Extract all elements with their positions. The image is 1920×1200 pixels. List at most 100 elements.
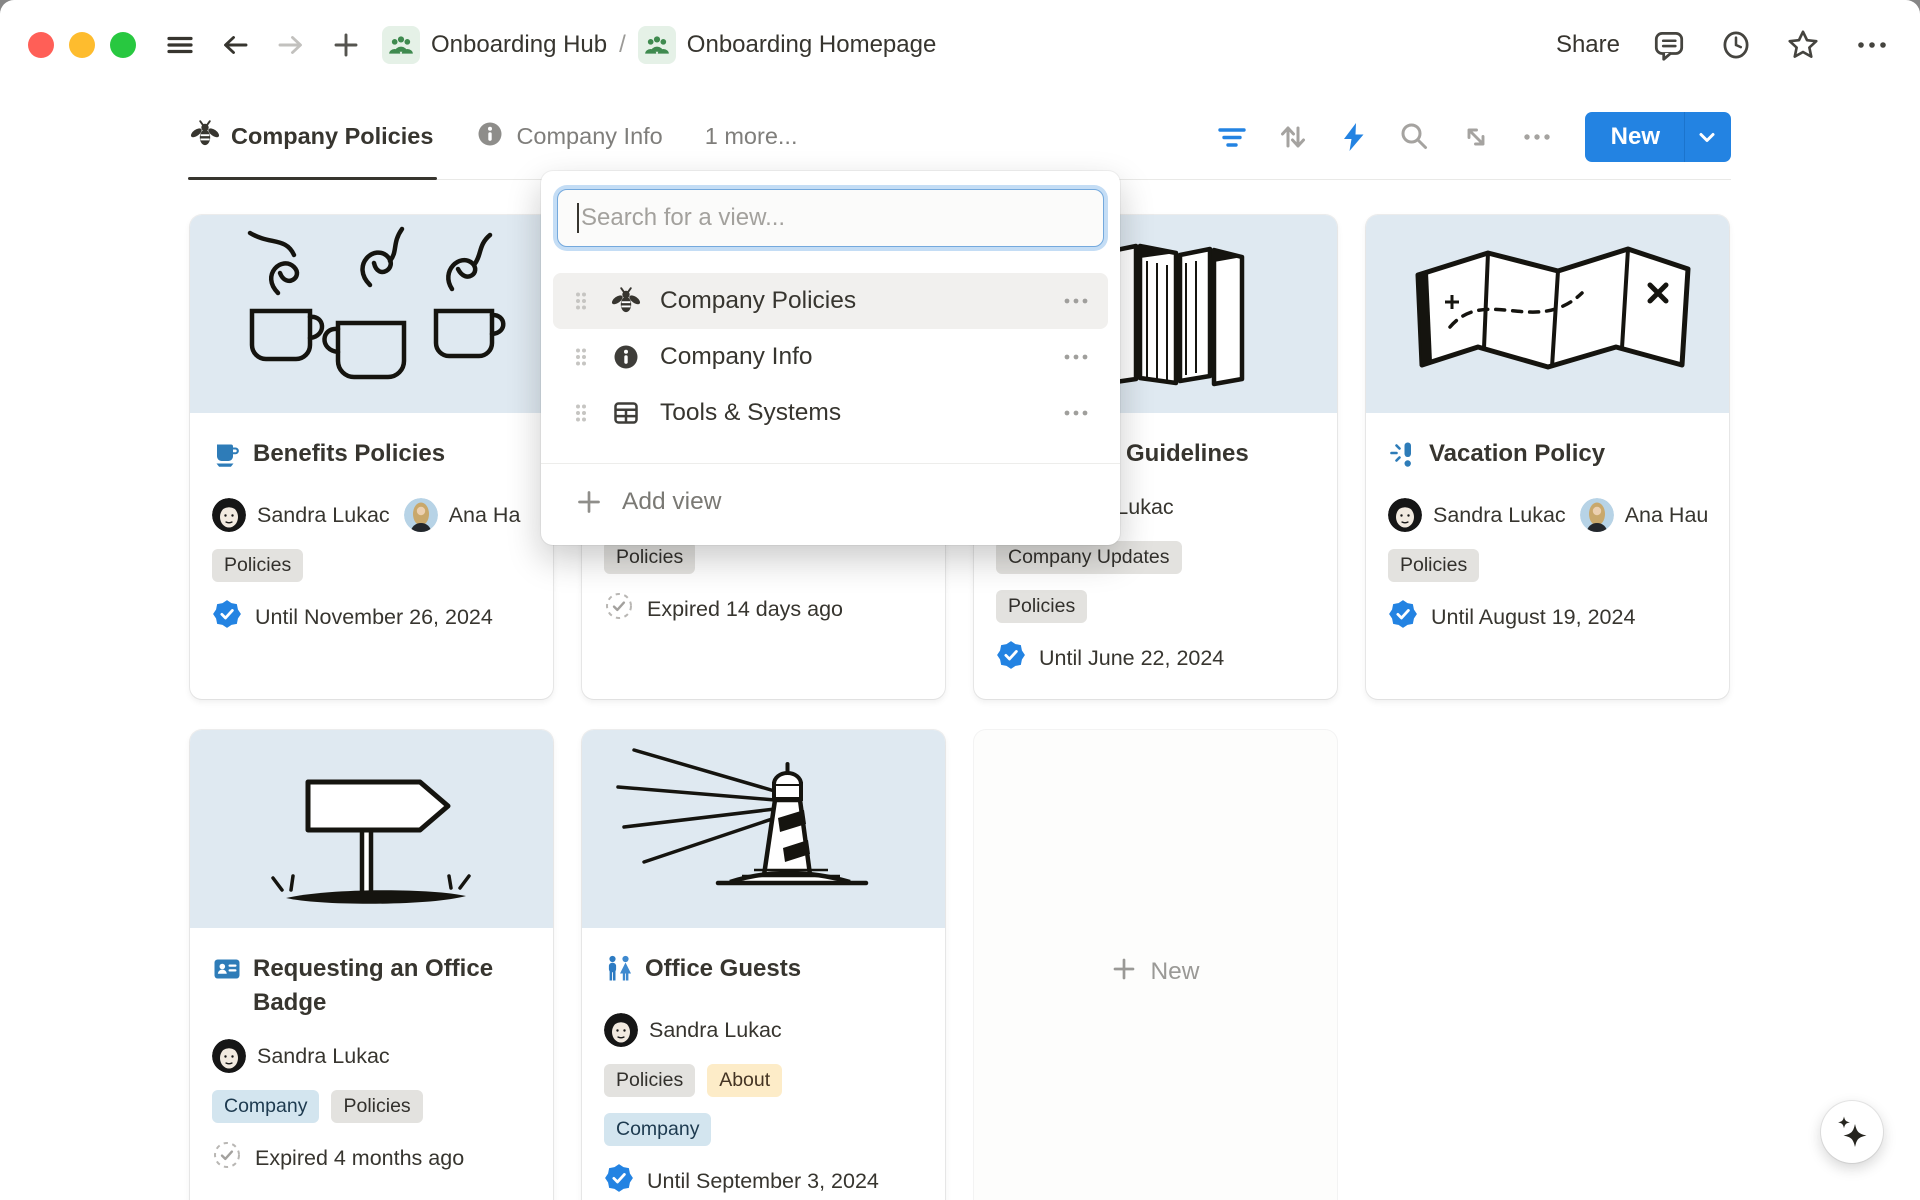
view-list: Company Policies Company Info Tools & Syst… (541, 273, 1120, 441)
status-row: Until August 19, 2024 (1388, 600, 1707, 634)
bee-icon (611, 286, 641, 316)
dashed-check-icon (212, 1140, 242, 1176)
more-options-icon[interactable] (1852, 28, 1892, 62)
tag-row: PoliciesAbout (604, 1064, 923, 1097)
avatar (604, 1013, 638, 1047)
new-page-plus-icon[interactable] (330, 29, 362, 61)
history-clock-icon[interactable] (1718, 27, 1754, 63)
status-text: Until September 3, 2024 (647, 1169, 879, 1194)
card-title-text: Benefits Policies (253, 437, 445, 479)
verified-icon (212, 599, 242, 635)
card-title-text: Office Guests (645, 952, 801, 994)
plus-icon (1111, 956, 1137, 989)
card-title: Benefits Policies (212, 437, 531, 479)
two-people-icon (604, 954, 634, 994)
chevron-down-icon[interactable] (1685, 125, 1731, 149)
person-row: Sandra LukacAna Hau (1388, 497, 1727, 533)
view-row-label: Company Policies (660, 287, 1062, 315)
forward-arrow-icon[interactable] (274, 28, 308, 62)
back-arrow-icon[interactable] (218, 28, 252, 62)
card-benefits-policies[interactable]: Benefits PoliciesSandra LukacAna HaPolic… (190, 215, 553, 699)
onboarding-homepage-icon (638, 26, 676, 64)
status-row: Until June 22, 2024 (996, 641, 1315, 675)
tag-row: Policies (212, 549, 531, 582)
tag-about: About (707, 1064, 782, 1097)
breadcrumb-hub-link[interactable]: Onboarding Hub (431, 31, 607, 59)
person-name: Sandra Lukac (649, 1018, 782, 1043)
card-title: Vacation Policy (1388, 437, 1707, 479)
ai-sparkle-button[interactable] (1821, 1101, 1883, 1163)
add-view-label: Add view (622, 488, 721, 516)
view-row-menu-icon[interactable] (1062, 407, 1090, 419)
automations-lightning-icon[interactable] (1337, 120, 1371, 154)
view-switcher-popup: Company Policies Company Info Tools & Syst… (541, 171, 1120, 545)
person-name: Sandra Lukac (257, 1044, 390, 1069)
tag-policies: Policies (604, 541, 695, 574)
view-row-company-info[interactable]: Company Info (541, 329, 1120, 385)
zoom-window-button[interactable] (110, 32, 136, 58)
view-row-label: Company Info (660, 343, 1062, 371)
sidebar-menu-icon[interactable] (164, 29, 196, 61)
drag-handle-icon[interactable] (575, 291, 587, 311)
card-office-guests[interactable]: Office Guests Sandra Lukac PoliciesAbout Co… (582, 730, 945, 1200)
comments-icon[interactable] (1651, 27, 1687, 63)
share-button[interactable]: Share (1556, 31, 1620, 59)
view-options-ellipsis-icon[interactable] (1520, 120, 1554, 154)
dashed-check-icon (604, 591, 634, 627)
tag-company: Company (604, 1113, 711, 1146)
card-vacation-policy[interactable]: Vacation Policy Sandra LukacAna Hau Polici… (1366, 215, 1729, 699)
status-text: Until June 22, 2024 (1039, 646, 1224, 671)
status-row: Expired 4 months ago (212, 1141, 531, 1175)
favorite-star-icon[interactable] (1785, 27, 1821, 63)
card-title: Requesting an Office Badge (212, 952, 531, 1020)
status-row: Until September 3, 2024 (604, 1164, 923, 1198)
view-row-menu-icon[interactable] (1062, 295, 1090, 307)
status-text: Until November 26, 2024 (255, 605, 493, 630)
sparkle-icon (1834, 1114, 1870, 1150)
breadcrumb-separator: / (619, 31, 626, 59)
bee-icon (190, 119, 220, 154)
card-cover-folded-map (1366, 215, 1729, 413)
tab-company-policies[interactable]: Company Policies (190, 94, 433, 179)
tab-label: Company Policies (231, 123, 433, 150)
close-window-button[interactable] (28, 32, 54, 58)
card-title: Office Guests (604, 952, 923, 994)
avatar (212, 1039, 246, 1073)
view-search-input[interactable] (557, 189, 1104, 247)
tag-company-updates: Company Updates (996, 541, 1182, 574)
status-row: Expired 14 days ago (604, 592, 923, 626)
card-title-text: Vacation Policy (1429, 437, 1605, 479)
filter-icon[interactable] (1215, 120, 1249, 154)
app-window: Onboarding Hub / Onboarding Homepage Sha… (0, 0, 1920, 1200)
card-body: Vacation Policy Sandra LukacAna Hau Polici… (1366, 437, 1729, 634)
breadcrumb: Onboarding Hub / Onboarding Homepage (382, 26, 936, 64)
card-cover-signpost (190, 730, 553, 928)
view-row-company-policies[interactable]: Company Policies (553, 273, 1108, 329)
person-name: Ana Hau (1625, 503, 1709, 528)
view-row-menu-icon[interactable] (1062, 351, 1090, 363)
card-body: Office Guests Sandra Lukac PoliciesAbout Co… (582, 952, 945, 1198)
expand-view-icon[interactable] (1459, 120, 1493, 154)
new-button-label: New (1585, 123, 1684, 151)
drag-handle-icon[interactable] (575, 347, 587, 367)
tab-company-info[interactable]: Company Info (475, 94, 662, 179)
card-title-text: Guidelines (1126, 437, 1249, 471)
tag-policies: Policies (331, 1090, 422, 1123)
search-icon[interactable] (1398, 120, 1432, 154)
card-title-text: Requesting an Office Badge (253, 952, 531, 1020)
sort-icon[interactable] (1276, 120, 1310, 154)
verified-icon (604, 1163, 634, 1199)
tag-policies: Policies (212, 549, 303, 582)
minimize-window-button[interactable] (69, 32, 95, 58)
card-requesting-an-office-badge[interactable]: Requesting an Office BadgeSandra LukacCo… (190, 730, 553, 1200)
tab-label: Company Info (516, 123, 662, 150)
add-view-button[interactable]: Add view (541, 464, 1120, 540)
card-body: Requesting an Office BadgeSandra LukacCo… (190, 952, 553, 1175)
more-views-link[interactable]: 1 more... (705, 123, 798, 150)
breadcrumb-page-link[interactable]: Onboarding Homepage (687, 31, 937, 59)
new-card-button[interactable]: New (974, 730, 1337, 1200)
drag-handle-icon[interactable] (575, 403, 587, 423)
new-button[interactable]: New (1585, 112, 1731, 162)
view-row-tools-systems[interactable]: Tools & Systems (541, 385, 1120, 441)
tag-row: Policies (1388, 549, 1707, 582)
